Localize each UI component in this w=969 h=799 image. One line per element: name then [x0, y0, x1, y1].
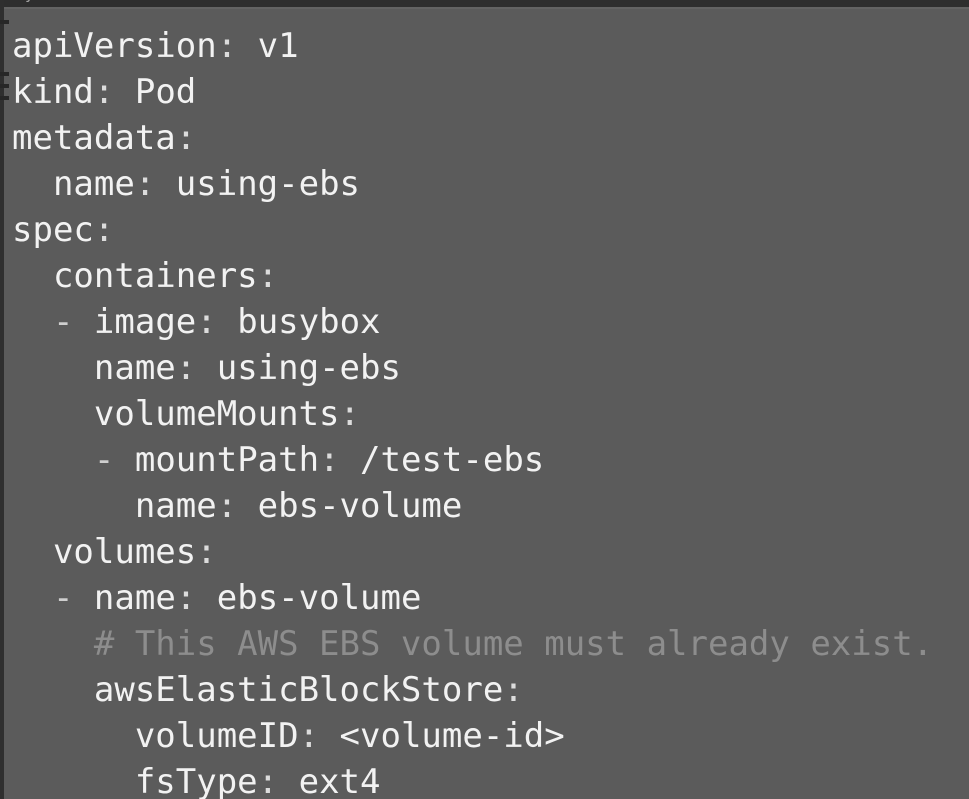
yaml-colon: : [196, 302, 217, 342]
code-line: name: using-ebs [0, 345, 969, 391]
yaml-colon: : [503, 670, 524, 710]
yaml-colon: : [298, 716, 320, 756]
yaml-colon: : [319, 440, 340, 480]
code-line: apiVersion: v1 [12, 26, 299, 66]
code-line: - name: ebs-volume [0, 575, 969, 621]
yaml-colon: : [257, 762, 279, 799]
code-line: spec: [12, 210, 115, 250]
code-line: metadata: [12, 118, 197, 158]
yaml-colon: : [134, 164, 156, 204]
yaml-list-dash: - [52, 302, 94, 342]
yaml-list-dash: - [93, 440, 135, 480]
yaml-colon: : [93, 210, 115, 250]
code-line: - image: busybox [0, 299, 969, 345]
code-line: # This AWS EBS volume must already exist… [0, 621, 969, 667]
clipped-top-line-text: a yaml manifest in an editor [6, 0, 273, 2]
code-line: - mountPath: /test-ebs [0, 437, 969, 483]
clipped-top-line: a yaml manifest in an editor [0, 0, 969, 9]
yaml-colon: : [175, 118, 197, 158]
yaml-editor-screenshot: a yaml manifest in an editor apiVersion:… [0, 0, 969, 799]
yaml-colon: : [216, 26, 238, 66]
code-line: name: using-ebs [0, 161, 969, 207]
yaml-colon: : [93, 72, 115, 112]
yaml-colon: : [175, 578, 197, 618]
code-line: kind: Pod [12, 72, 197, 112]
code-line: fsType: ext4 [0, 759, 969, 799]
code-line: volumes: [0, 529, 969, 575]
code-line: volumeMounts: [0, 391, 969, 437]
yaml-colon: : [196, 532, 217, 572]
yaml-colon: : [216, 486, 238, 526]
yaml-colon: : [257, 256, 279, 296]
code-line: volumeID: <volume-id> [0, 713, 969, 759]
yaml-list-dash: - [52, 578, 94, 618]
code-line: name: ebs-volume [0, 483, 969, 529]
yaml-colon: : [339, 394, 361, 434]
code-line: containers: [0, 253, 969, 299]
yaml-colon: : [175, 348, 197, 388]
yaml-code-block[interactable]: apiVersion: v1 kind: Pod metadata: name: u… [0, 9, 969, 799]
code-line: awsElasticBlockStore: [0, 667, 969, 713]
